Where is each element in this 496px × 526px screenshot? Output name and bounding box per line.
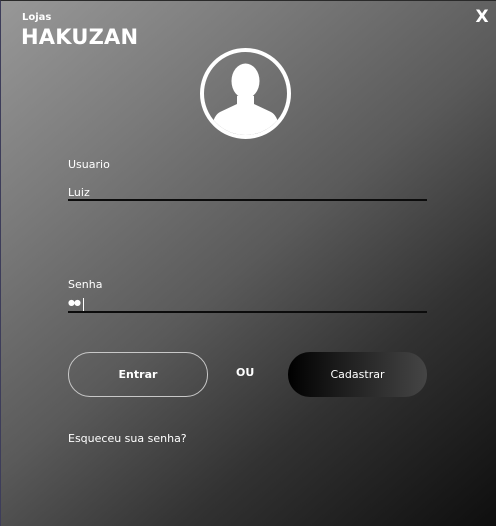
close-button[interactable]: X	[470, 6, 494, 28]
password-label: Senha	[68, 278, 103, 291]
register-button-label: Cadastrar	[330, 368, 385, 381]
register-button[interactable]: Cadastrar	[288, 352, 427, 397]
username-underline	[68, 199, 427, 201]
text-caret	[83, 298, 84, 311]
brand-subtitle: Lojas	[22, 12, 52, 23]
username-label: Usuario	[68, 158, 110, 171]
close-icon: X	[475, 7, 489, 27]
brand-title: HAKUZAN	[21, 25, 139, 49]
username-input[interactable]: Luiz	[68, 186, 90, 199]
login-button[interactable]: Entrar	[68, 352, 208, 397]
forgot-password-link[interactable]: Esqueceu sua senha?	[68, 432, 187, 445]
login-button-label: Entrar	[118, 368, 158, 381]
user-avatar-icon	[200, 48, 291, 139]
password-input[interactable]: ●●	[68, 298, 81, 307]
or-separator: OU	[236, 366, 255, 379]
password-underline	[68, 311, 427, 313]
